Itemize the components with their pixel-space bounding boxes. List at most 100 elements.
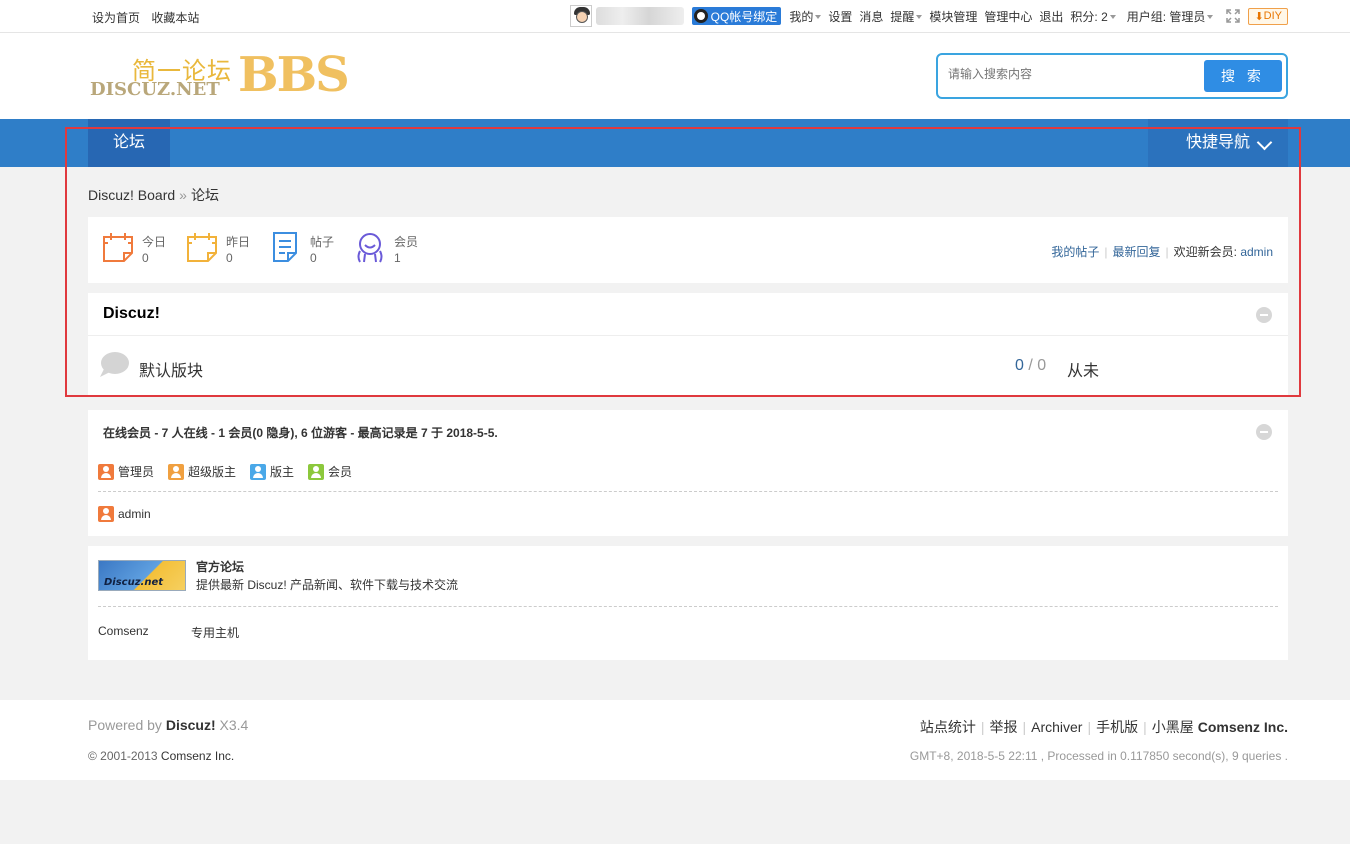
footer-link-stats[interactable]: 站点统计 [920,719,976,735]
forum-count: 0 / 0 [1015,357,1046,375]
diy-label: DIY [1263,10,1282,22]
category-title[interactable]: Discuz! [103,305,160,323]
user-avatar[interactable] [569,5,592,27]
site-logo[interactable]: 简一论坛 DISCUZ.NET BBS [88,47,358,103]
forum-last-post: 从未 [1067,363,1100,380]
user-icon [308,463,325,480]
site-footer: Powered by Discuz! X3.4 © 2001-2013 Coms… [0,700,1350,780]
search-input[interactable] [948,67,1198,81]
member-icon [357,233,383,263]
count-separator: / [1028,357,1033,374]
online-user-item: admin [98,506,151,522]
my-menu[interactable]: 我的 [789,8,822,25]
calendar-yesterday-icon [187,233,217,262]
search-box: 搜 索 [936,53,1288,99]
credits-menu[interactable]: 积分: 2 [1070,8,1116,25]
bookmark-link[interactable]: 收藏本站 [151,11,199,25]
legend-label: 管理员 [118,465,155,479]
admin-center-link[interactable]: 管理中心 [984,8,1032,25]
nav-item-forum[interactable]: 论坛 [88,119,170,167]
search-button[interactable]: 搜 索 [1204,60,1282,92]
powered-by-label: Powered by [88,717,162,733]
settings-link[interactable]: 设置 [828,8,852,25]
module-manage-link[interactable]: 模块管理 [929,8,977,25]
collapse-icon[interactable] [1256,307,1272,323]
stat-value: 0 [310,251,317,265]
copyright-years: © 2001-2013 [88,749,158,763]
divider: | [1104,245,1108,259]
legend-label: 超级版主 [188,465,237,479]
official-forum-link[interactable]: 官方论坛 [196,558,244,575]
notify-menu[interactable]: 提醒 [890,8,923,25]
user-icon [168,463,185,480]
usergroup-menu[interactable]: 用户组: 管理员 [1127,8,1214,25]
footer-link-mobile[interactable]: 手机版 [1096,719,1138,735]
online-members-title[interactable]: 在线会员 - 7 人在线 - 1 会员(0 隐身), 6 位游客 - 最高记录是… [103,424,498,441]
forum-stats-panel: 今日 0 昨日 0 帖子 0 会员 1 我的帖子 | 最新回复 | 欢迎新会员: adm… [88,217,1288,283]
breadcrumb-home-link[interactable]: Discuz! Board [88,187,175,203]
my-posts-link[interactable]: 我的帖子 [1051,245,1099,259]
thread-count: 0 [1015,357,1024,374]
user-icon [98,506,114,522]
stat-label: 帖子 [310,235,335,249]
main-nav: 论坛 快捷导航 [0,119,1350,167]
breadcrumb: Discuz! Board» 论坛 [88,185,219,205]
usergroup-legend: 管理员 超级版主 版主 会员 [98,463,366,480]
diy-button[interactable]: ⬇ DIY [1248,7,1288,25]
footer-link-blackroom[interactable]: 小黑屋 [1152,719,1194,735]
discuz-net-banner[interactable]: Discuz.net [98,560,186,591]
user-icon [250,463,267,480]
forum-row: 默认版块 0 / 0 从未 [88,337,1288,395]
username-blurred[interactable] [595,7,684,25]
forum-category: Discuz! 默认版块 0 / 0 从未 [88,293,1288,395]
powered-by: Powered by Discuz! X3.4 [88,717,248,733]
qq-icon [693,9,708,23]
footer-info: GMT+8, 2018-5-5 22:11 , Processed in 0.1… [909,749,1288,763]
comsenz-link[interactable]: Comsenz [98,624,149,638]
footer-link-archiver[interactable]: Archiver [1031,719,1082,735]
footer-links: 站点统计 | 举报 | Archiver | 手机版 | 小黑屋 Comsenz Inc. [920,717,1288,737]
top-bar-right: QQ帐号绑定 我的 设置 消息 提醒 模块管理 管理中心 退出 积分: 2 用户… [569,5,1288,27]
stat-label: 会员 [394,235,419,249]
quick-nav-label: 快捷导航 [1186,134,1251,151]
credits-label: 积分: 2 [1070,9,1108,24]
fullscreen-icon[interactable] [1226,9,1241,23]
footer-link-report[interactable]: 举报 [989,719,1017,735]
stat-value: 0 [226,251,233,265]
footer-brand-link[interactable]: Comsenz Inc. [1198,719,1288,735]
collapse-icon[interactable] [1256,424,1272,440]
stats-links: 我的帖子 | 最新回复 | 欢迎新会员: admin [1051,243,1273,260]
top-bar: 设为首页 收藏本站 QQ帐号绑定 我的 设置 消息 提醒 模块管理 管理中心 退… [0,0,1350,33]
divider: | [1143,719,1147,735]
forum-bubble-icon [100,352,129,377]
welcome-text: 欢迎新会员: [1173,245,1237,259]
qq-bind-button[interactable]: QQ帐号绑定 [691,7,782,25]
friend-links-panel: Discuz.net 官方论坛 提供最新 Discuz! 产品新闻、软件下载与技… [88,546,1288,660]
forum-name-link[interactable]: 默认版块 [139,357,203,381]
logout-link[interactable]: 退出 [1039,8,1063,25]
dedicated-host-link[interactable]: 专用主机 [191,624,239,641]
qq-bind-label: QQ帐号绑定 [710,9,778,24]
online-user-link[interactable]: admin [118,507,151,521]
set-home-link[interactable]: 设为首页 [92,11,140,25]
legend-label: 版主 [270,465,295,479]
breadcrumb-separator: » [179,187,187,203]
caret-down-icon [916,15,923,20]
caret-down-icon [1109,15,1116,20]
official-forum-desc: 提供最新 Discuz! 产品新闻、软件下载与技术交流 [196,578,459,592]
new-member-link[interactable]: admin [1240,245,1273,259]
banner-text: Discuz.net [104,577,164,588]
dashed-divider [98,606,1278,607]
dashed-divider [98,491,1278,492]
messages-link[interactable]: 消息 [859,8,883,25]
latest-replies-link[interactable]: 最新回复 [1112,245,1160,259]
legend-item-admin: 管理员 [98,463,154,480]
company-link[interactable]: Comsenz Inc. [161,749,234,763]
stat-value: 0 [142,251,149,265]
quick-nav-button[interactable]: 快捷导航 [1148,119,1288,167]
legend-label: 会员 [328,465,353,479]
site-header: 简一论坛 DISCUZ.NET BBS 搜 索 [0,33,1350,119]
online-members-panel: 在线会员 - 7 人在线 - 1 会员(0 隐身), 6 位游客 - 最高记录是… [88,410,1288,536]
product-link[interactable]: Discuz! [166,717,216,733]
caret-down-icon [815,15,822,20]
